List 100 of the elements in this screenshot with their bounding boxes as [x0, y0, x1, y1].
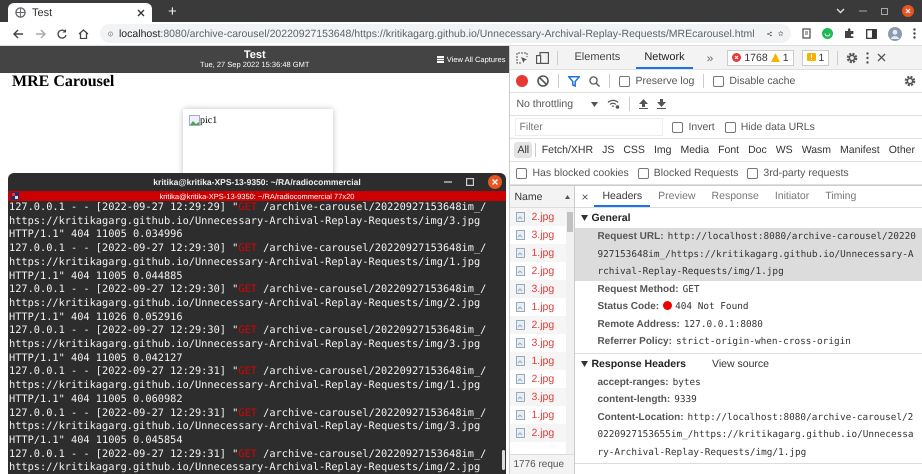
filter-icon[interactable] [568, 76, 580, 86]
clipboard-icon[interactable] [802, 28, 811, 39]
close-icon[interactable] [488, 175, 502, 189]
type-filter[interactable]: Font [715, 142, 742, 158]
request-row[interactable]: 2.jpg [510, 262, 566, 280]
log-line: 127.0.0.1 - - [2022-09-27 12:29:30] "GET /archive-carousel/20220927153648im_/ [9, 324, 488, 338]
request-row[interactable]: 3.jpg [510, 334, 566, 352]
request-row[interactable]: 3.jpg [510, 280, 566, 298]
address-bar[interactable]: localhost:8080/archive-carousel/20220927153648/https://kritikagarg.github.io/Unnecessary-Archival-Replay-Requests/MREcarousel.html [100, 24, 791, 43]
panel-tab[interactable]: Elements [566, 46, 628, 69]
browser-tab[interactable]: Test [8, 3, 152, 22]
download-icon[interactable] [657, 99, 666, 109]
device-icon[interactable] [536, 52, 550, 64]
image-file-icon [516, 356, 526, 366]
checkbox[interactable]: Invert [672, 121, 715, 133]
more-tabs-button[interactable]: » [700, 50, 720, 66]
close-button[interactable]: × [581, 186, 594, 207]
request-row[interactable]: 2.jpg [510, 370, 566, 388]
request-row[interactable]: 1.jpg [510, 298, 566, 316]
checkbox[interactable]: Blocked Requests [638, 167, 738, 179]
back-icon[interactable] [13, 28, 24, 38]
log-line: https://kritikagarg.github.io/Unnecessary-Archival-Replay-Requests/img/3.jpg [9, 214, 482, 228]
detail-tab[interactable]: Headers [594, 186, 650, 207]
home-icon[interactable] [78, 28, 89, 38]
view-source-link[interactable]: View source [712, 358, 770, 370]
checkbox[interactable]: Hide data URLs [724, 121, 815, 133]
image-file-icon [516, 230, 526, 240]
type-filter[interactable]: Manifest [837, 142, 883, 158]
close-icon[interactable] [902, 5, 914, 17]
image-file-icon [516, 302, 526, 312]
more-icon[interactable] [866, 52, 870, 64]
maximize-icon[interactable] [881, 8, 888, 14]
log-line: 127.0.0.1 - - [2022-09-27 12:29:31] "GET /archive-carousel/20220927153648im_/ [9, 365, 488, 380]
menu-icon[interactable] [913, 28, 916, 39]
avatar[interactable] [888, 26, 902, 40]
type-filter[interactable]: JS [599, 142, 618, 158]
checkbox[interactable]: Disable cache [713, 75, 796, 87]
upload-icon[interactable] [639, 99, 648, 109]
clear-icon[interactable] [537, 75, 550, 87]
header-field: Content-Location: http://localhost:8080/archive-carousel/20220927153655im_/https://kritikagarg.github.io/Unnecessary-Archival-Replay-Requests/img/1.jpg [575, 408, 922, 461]
inspect-icon[interactable] [516, 52, 528, 64]
chevron-down-icon[interactable] [836, 8, 845, 14]
type-filter[interactable]: Other [886, 142, 918, 158]
log-line: https://kritikagarg.github.io/Unnecessary-Archival-Replay-Requests/img/2.jpg [9, 296, 482, 311]
request-row[interactable]: 3.jpg [510, 388, 566, 406]
sidebar-icon[interactable] [866, 28, 877, 38]
scrollbar-thumb[interactable] [567, 212, 574, 232]
type-filter[interactable]: Doc [745, 142, 770, 158]
type-filter[interactable]: Fetch/XHR [538, 142, 596, 158]
request-row[interactable]: 2.jpg [510, 316, 566, 334]
circle-icon[interactable] [822, 28, 833, 39]
type-filter[interactable]: WS [772, 142, 796, 158]
info-icon [108, 28, 113, 38]
request-row[interactable]: 1.jpg [510, 406, 566, 424]
minimize-icon[interactable] [444, 181, 452, 183]
wifi-icon[interactable] [607, 99, 620, 109]
section-toggle[interactable]: Response Headers [581, 358, 686, 370]
filter-field[interactable]: Filter [516, 119, 662, 135]
checkbox[interactable]: 3rd-party requests [747, 167, 849, 179]
detail-tab[interactable]: Response [704, 186, 767, 207]
request-row[interactable]: 2.jpg [510, 424, 566, 442]
request-row[interactable]: 2.jpg [510, 208, 566, 226]
detail-tab[interactable]: Timing [817, 186, 864, 207]
warning-icon [770, 53, 780, 62]
type-filter[interactable]: Img [650, 142, 674, 158]
new-tab-button[interactable]: + [166, 4, 179, 18]
scrollbar-thumb[interactable] [502, 450, 505, 470]
type-filter[interactable]: All [514, 142, 532, 158]
minimize-icon[interactable] [859, 10, 867, 12]
sort-icon[interactable] [565, 194, 570, 198]
type-filter[interactable]: Wasm [798, 142, 834, 158]
puzzle-icon[interactable] [844, 28, 855, 39]
settings-icon[interactable] [846, 52, 858, 64]
image-file-icon [516, 374, 526, 384]
panel-tab[interactable]: Network [636, 46, 693, 69]
record-icon[interactable] [516, 75, 528, 87]
request-row[interactable]: 3.jpg [510, 226, 566, 244]
request-row[interactable]: 1.jpg [510, 244, 566, 262]
search-icon[interactable] [589, 76, 600, 86]
broken-image-icon [189, 115, 200, 126]
log-line: 127.0.0.1 - - [2022-09-27 12:29:29] "GET /archive-carousel/20220927153648im_/ [9, 201, 488, 215]
issues-counter[interactable]: 1 [802, 50, 830, 66]
console-counts[interactable]: 1768 1 [727, 50, 794, 66]
detail-tab[interactable]: Initiator [766, 186, 818, 207]
detail-tab[interactable]: Preview [650, 186, 704, 207]
close-icon[interactable] [137, 8, 145, 16]
type-filter[interactable]: Media [677, 142, 712, 158]
header-field: content-length: 9339 [575, 391, 922, 408]
checkbox[interactable]: Preserve log [619, 75, 694, 87]
checkbox[interactable]: Has blocked cookies [516, 167, 629, 179]
close-icon[interactable] [877, 53, 886, 62]
throttling-dropdown[interactable]: No throttling [516, 98, 598, 110]
section-toggle[interactable]: General [581, 212, 631, 224]
star-icon[interactable] [778, 28, 784, 39]
type-filter[interactable]: CSS [620, 142, 648, 158]
request-row[interactable]: 1.jpg [510, 352, 566, 370]
image-file-icon [516, 284, 526, 294]
reload-icon[interactable] [57, 28, 67, 38]
settings-icon[interactable] [904, 75, 916, 87]
maximize-icon[interactable] [466, 178, 474, 186]
